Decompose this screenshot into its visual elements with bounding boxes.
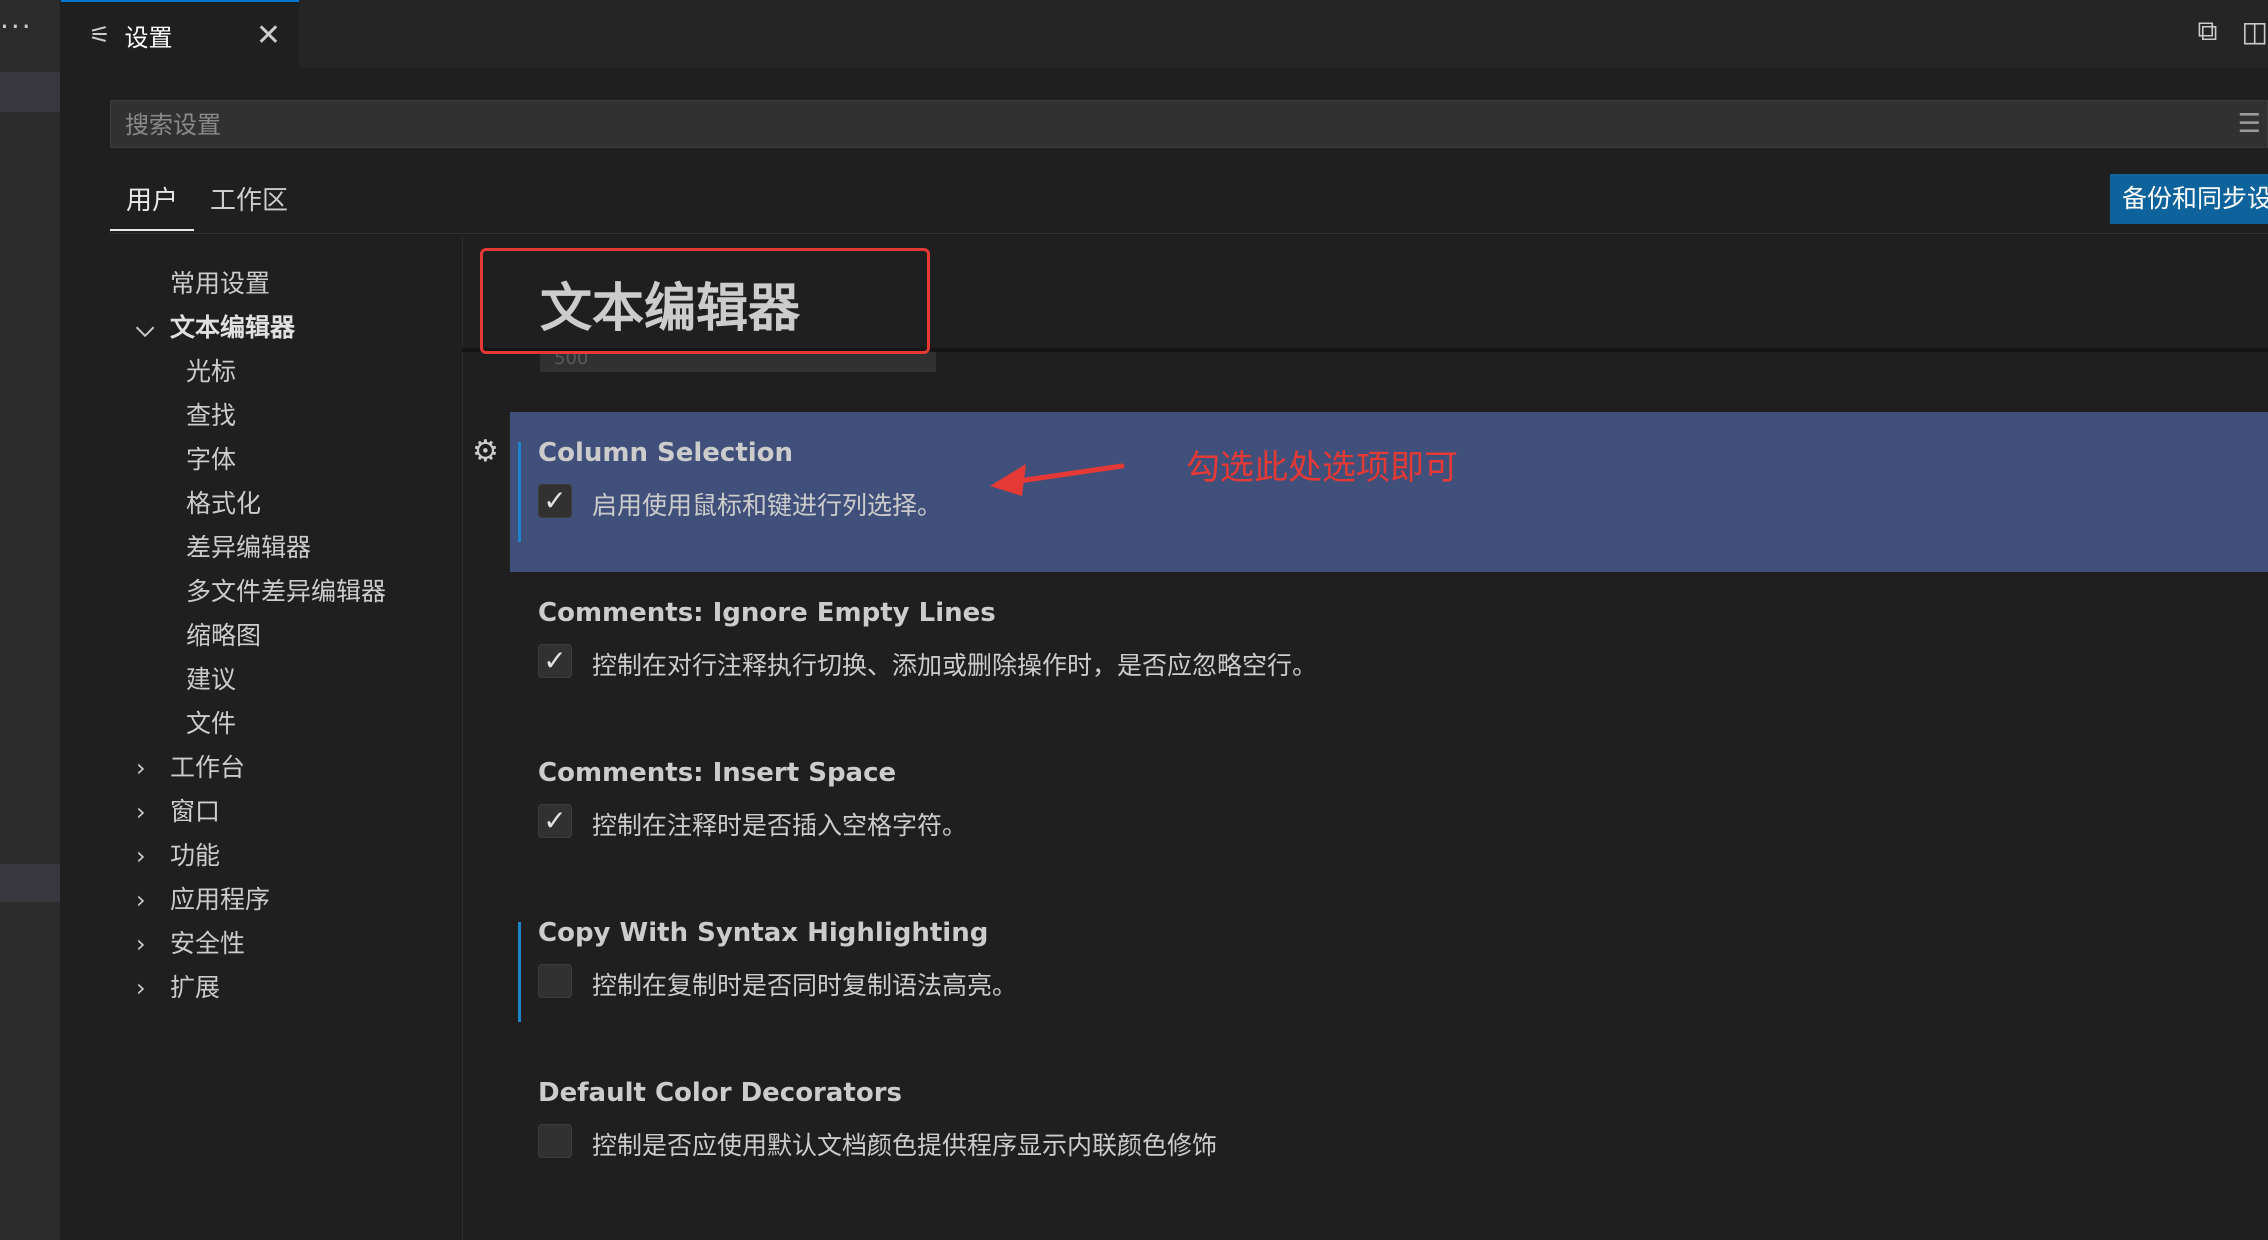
- toc-item[interactable]: 差异编辑器: [110, 526, 460, 570]
- close-icon[interactable]: ✕: [256, 18, 281, 53]
- toc-item[interactable]: 多文件差异编辑器: [110, 570, 460, 614]
- setting-title: Comments: Insert Space: [538, 758, 897, 788]
- more-icon[interactable]: ···: [0, 10, 33, 43]
- annotation-text: 勾选此处选项即可: [1186, 448, 1458, 488]
- setting-checkbox[interactable]: ✓: [538, 804, 572, 838]
- toc-item[interactable]: › 工作台: [110, 746, 460, 790]
- activity-hover-item[interactable]: [0, 864, 60, 902]
- setting-description: 控制在对行注释执行切换、添加或删除操作时，是否应忽略空行。: [592, 651, 1318, 680]
- setting-title: Default Color Decorators: [538, 1078, 903, 1108]
- setting-description: 控制是否应使用默认文档颜色提供程序显示内联颜色修饰: [592, 1131, 1218, 1160]
- scope-tabs: 用户 工作区: [110, 180, 304, 231]
- previous-setting-input[interactable]: 500: [540, 352, 936, 372]
- setting-description: 控制在注释时是否插入空格字符。: [592, 811, 968, 840]
- toc-item[interactable]: 查找: [110, 394, 460, 438]
- setting-checkbox[interactable]: [538, 964, 572, 998]
- setting-item: Column Selection ✓ 启用使用鼠标和键进行列选择。: [510, 412, 2268, 572]
- toc-item[interactable]: 建议: [110, 658, 460, 702]
- setting-item: Copy With Syntax Highlighting 控制在复制时是否同时复…: [510, 892, 2268, 1052]
- modified-indicator: [518, 442, 521, 542]
- chevron-right-icon: ›: [136, 798, 146, 826]
- setting-checkbox[interactable]: [538, 1124, 572, 1158]
- toc-item-label: 字体: [186, 445, 237, 474]
- split-editor-icon[interactable]: ◫: [2242, 15, 2268, 48]
- settings-toc: 常用设置 ⌵ 文本编辑器光标查找字体格式化差异编辑器多文件差异编辑器 缩略图建议文件 ›…: [110, 262, 460, 1010]
- setting-checkbox[interactable]: ✓: [538, 484, 572, 518]
- setting-title: Copy With Syntax Highlighting: [538, 918, 989, 948]
- toc-item[interactable]: 光标: [110, 350, 460, 394]
- chevron-right-icon: ›: [136, 974, 146, 1002]
- toc-item[interactable]: 常用设置: [110, 262, 460, 306]
- chevron-right-icon: ›: [136, 886, 146, 914]
- toc-item-label: 工作台: [170, 753, 246, 782]
- toc-item-label: 多文件差异编辑器: [186, 577, 387, 606]
- backup-sync-button[interactable]: 备份和同步设置: [2110, 174, 2268, 224]
- toc-item-label: 缩略图: [186, 621, 262, 650]
- setting-description: 控制在复制时是否同时复制语法高亮。: [592, 971, 1018, 1000]
- annotation-highlight-box: [480, 248, 930, 354]
- activity-selected-item[interactable]: [0, 72, 60, 112]
- toc-item-label: 格式化: [186, 489, 262, 518]
- toc-divider: [462, 236, 463, 1240]
- setting-item: Comments: Ignore Empty Lines ✓ 控制在对行注释执行切换…: [510, 572, 2268, 732]
- editor-actions: ⧉ ◫: [2198, 14, 2268, 48]
- toc-item-label: 建议: [186, 665, 237, 694]
- toc-item[interactable]: 文件: [110, 702, 460, 746]
- toc-item-label: 差异编辑器: [186, 533, 312, 562]
- setting-description: 启用使用鼠标和键进行列选择。: [592, 491, 943, 520]
- tab-label: 设置: [124, 23, 173, 52]
- open-settings-json-icon[interactable]: ⧉: [2198, 14, 2218, 48]
- setting-title: Comments: Ignore Empty Lines: [538, 598, 996, 628]
- toc-item[interactable]: › 应用程序: [110, 878, 460, 922]
- tab-settings[interactable]: ⚟ 设置 ✕: [61, 0, 299, 68]
- tab-user[interactable]: 用户: [110, 180, 195, 231]
- toc-item[interactable]: ⌵ 文本编辑器: [110, 306, 460, 350]
- toc-item-label: 文件: [186, 709, 237, 738]
- toc-item-label: 窗口: [170, 797, 221, 826]
- toc-item-label: 扩展: [170, 973, 221, 1002]
- setting-item: Default Color Decorators 控制是否应使用默认文档颜色提供程…: [510, 1052, 2268, 1212]
- toc-item-label: 功能: [170, 841, 221, 870]
- chevron-right-icon: ›: [136, 754, 146, 782]
- toc-item[interactable]: 缩略图: [110, 614, 460, 658]
- gear-icon[interactable]: ⚙: [472, 434, 499, 469]
- annotation-arrow: [990, 463, 1125, 496]
- toc-item-label: 查找: [186, 401, 237, 430]
- activity-strip: ···: [0, 0, 61, 1240]
- toc-item-label: 光标: [186, 357, 237, 386]
- modified-indicator: [518, 922, 521, 1022]
- toc-item[interactable]: 字体: [110, 438, 460, 482]
- chevron-down-icon: ⌵: [136, 314, 155, 342]
- settings-search-box: ☰: [110, 100, 2268, 149]
- toc-item[interactable]: › 窗口: [110, 790, 460, 834]
- toc-item-label: 应用程序: [170, 885, 271, 914]
- chevron-right-icon: ›: [136, 842, 146, 870]
- toc-item[interactable]: › 功能: [110, 834, 460, 878]
- toc-item-label: 常用设置: [170, 269, 271, 298]
- search-input[interactable]: [111, 101, 2268, 149]
- toc-item[interactable]: › 扩展: [110, 966, 460, 1010]
- chevron-right-icon: ›: [136, 930, 146, 958]
- toc-item[interactable]: 格式化: [110, 482, 460, 526]
- tab-workspace[interactable]: 工作区: [194, 180, 304, 231]
- editor-tab-bar: ⚟ 设置 ✕ ⧉ ◫: [61, 0, 2268, 69]
- setting-title: Column Selection: [538, 438, 794, 468]
- setting-item: Comments: Insert Space ✓ 控制在注释时是否插入空格字符。: [510, 732, 2268, 892]
- toc-item-label: 安全性: [170, 929, 246, 958]
- toc-item[interactable]: › 安全性: [110, 922, 460, 966]
- setting-checkbox[interactable]: ✓: [538, 644, 572, 678]
- scope-divider: [110, 233, 2268, 234]
- toc-item-label: 文本编辑器: [170, 313, 296, 342]
- clear-filter-icon[interactable]: ☰: [2238, 109, 2261, 139]
- settings-sliders-icon: ⚟: [89, 21, 111, 49]
